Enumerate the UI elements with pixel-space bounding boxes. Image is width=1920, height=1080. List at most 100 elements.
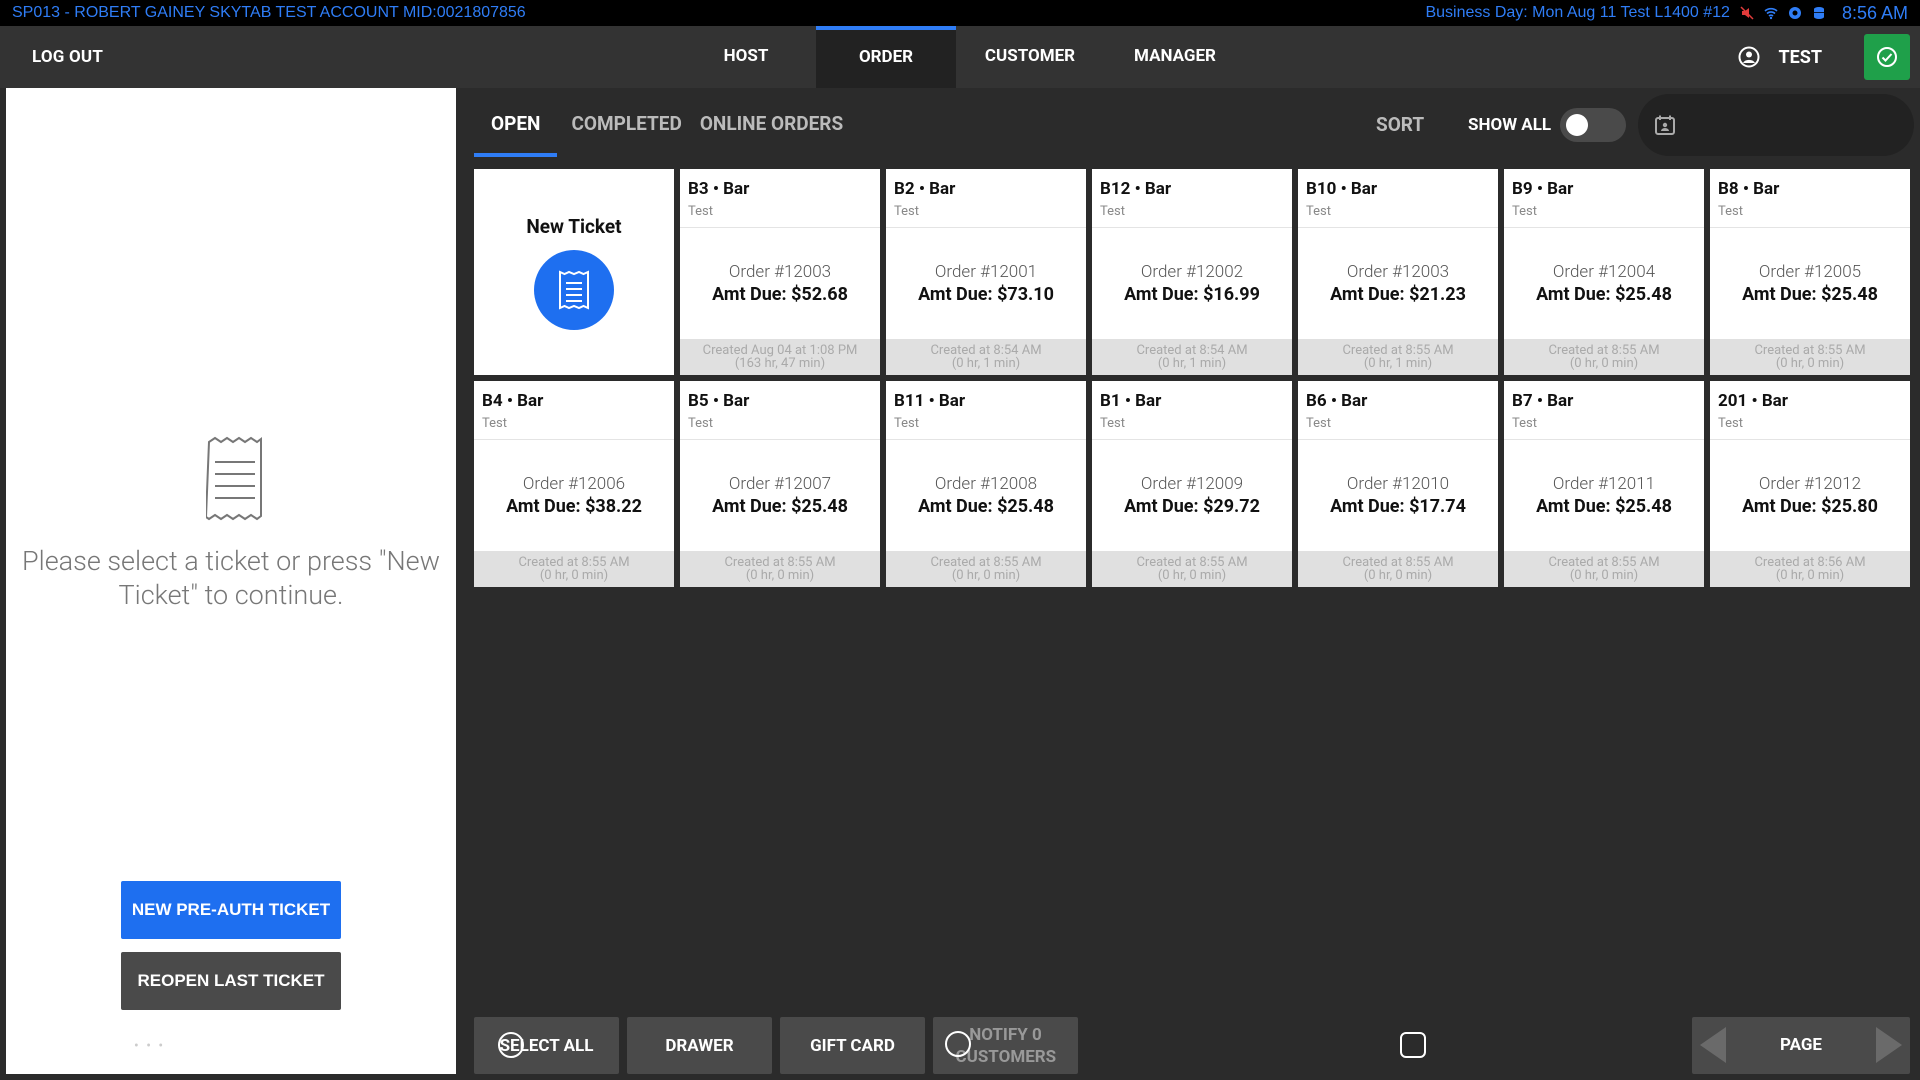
- ticket-created-footer: Created at 8:55 AM (0 hr, 0 min): [474, 551, 674, 587]
- ticket-amount-due: Amt Due: $25.48: [1536, 284, 1672, 305]
- gift-card-button[interactable]: GIFT CARD: [780, 1017, 925, 1074]
- touch-indicator-icon: [498, 1032, 524, 1058]
- ticket-amount-due: Amt Due: $25.48: [712, 496, 848, 517]
- ticket-table: B9 • Bar: [1512, 179, 1574, 199]
- new-preauth-ticket-button[interactable]: NEW PRE-AUTH TICKET: [121, 881, 341, 939]
- page-control: PAGE: [1692, 1017, 1910, 1074]
- tab-host[interactable]: HOST: [686, 26, 806, 88]
- ticket-server: Test: [1100, 416, 1125, 431]
- ticket-server: Test: [1718, 204, 1743, 219]
- ticket-server: Test: [1100, 204, 1125, 219]
- ticket-divider: [1298, 227, 1498, 228]
- ticket-created-footer: Created Aug 04 at 1:08 PM (163 hr, 47 min…: [680, 339, 880, 375]
- ticket-divider: [1710, 227, 1910, 228]
- ticket-created-footer: Created at 8:55 AM (0 hr, 0 min): [1504, 339, 1704, 375]
- ticket-table: B8 • Bar: [1718, 179, 1780, 199]
- ticket-created-footer: Created at 8:55 AM (0 hr, 0 min): [1298, 551, 1498, 587]
- ticket-divider: [680, 439, 880, 440]
- ticket-card[interactable]: B8 • Bar Test Order #12005 Amt Due: $25.48 C…: [1710, 169, 1910, 375]
- ticket-table: B2 • Bar: [894, 179, 956, 199]
- ticket-amount-due: Amt Due: $29.72: [1124, 496, 1260, 517]
- ticket-created-footer: Created at 8:54 AM (0 hr, 1 min): [886, 339, 1086, 375]
- ticket-divider: [680, 227, 880, 228]
- ticket-divider: [1092, 439, 1292, 440]
- ticket-server: Test: [894, 204, 919, 219]
- notify-customers-button[interactable]: NOTIFY 0 CUSTOMERS: [933, 1017, 1078, 1074]
- clock: 8:56 AM: [1841, 2, 1908, 23]
- ticket-table: B7 • Bar: [1512, 391, 1574, 411]
- ticket-amount-due: Amt Due: $38.22: [506, 496, 642, 517]
- tab-manager[interactable]: MANAGER: [1110, 26, 1240, 88]
- ticket-card[interactable]: B1 • Bar Test Order #12009 Amt Due: $29.72 C…: [1092, 381, 1292, 587]
- ticket-elapsed-time: (0 hr, 0 min): [1569, 356, 1639, 371]
- logout-button[interactable]: LOG OUT: [32, 26, 103, 88]
- ticket-divider: [1298, 439, 1498, 440]
- ticket-card[interactable]: B3 • Bar Test Order #12003 Amt Due: $52.68 C…: [680, 169, 880, 375]
- account-info: SP013 - ROBERT GAINEY SKYTAB TEST ACCOUN…: [12, 4, 526, 21]
- page-next-icon[interactable]: [1876, 1027, 1902, 1063]
- database-icon: [1813, 7, 1824, 19]
- new-ticket-card[interactable]: New Ticket: [474, 169, 674, 375]
- ticket-card[interactable]: B4 • Bar Test Order #12006 Amt Due: $38.22 C…: [474, 381, 674, 587]
- ticket-amount-due: Amt Due: $25.48: [918, 496, 1054, 517]
- ticket-order-number: Order #12006: [522, 474, 626, 494]
- ticket-created-footer: Created at 8:55 AM (0 hr, 0 min): [1504, 551, 1704, 587]
- search-area[interactable]: [1638, 94, 1914, 156]
- ticket-elapsed-time: (0 hr, 1 min): [951, 356, 1021, 371]
- calendar-icon[interactable]: [1654, 114, 1676, 136]
- drawer-button[interactable]: DRAWER: [627, 1017, 772, 1074]
- ticket-amount-due: Amt Due: $21.23: [1330, 284, 1466, 305]
- ticket-table: B3 • Bar: [688, 179, 750, 199]
- ticket-server: Test: [1512, 416, 1537, 431]
- mute-icon: [1740, 6, 1754, 20]
- ticket-order-number: Order #12001: [934, 262, 1038, 282]
- ticket-card[interactable]: B10 • Bar Test Order #12003 Amt Due: $21.23…: [1298, 169, 1498, 375]
- ticket-card[interactable]: B6 • Bar Test Order #12010 Amt Due: $17.74 C…: [1298, 381, 1498, 587]
- show-all-toggle[interactable]: [1560, 108, 1626, 142]
- user-name: TEST: [1778, 46, 1822, 68]
- ticket-created-footer: Created at 8:56 AM (0 hr, 0 min): [1710, 551, 1910, 587]
- user-icon: [1738, 46, 1760, 68]
- confirm-button[interactable]: [1864, 34, 1910, 80]
- ticket-order-number: Order #12011: [1552, 474, 1656, 494]
- ticket-table: 201 • Bar: [1718, 391, 1788, 411]
- ticket-order-number: Order #12002: [1140, 262, 1244, 282]
- subtab-completed[interactable]: COMPLETED: [557, 95, 690, 157]
- ticket-server: Test: [1512, 204, 1537, 219]
- ticket-order-number: Order #12007: [728, 474, 832, 494]
- ticket-subtabs: OPEN COMPLETED ONLINE ORDERS: [474, 95, 859, 157]
- ticket-divider: [886, 227, 1086, 228]
- select-all-button[interactable]: SELECT ALL: [474, 1017, 619, 1074]
- ticket-card[interactable]: B2 • Bar Test Order #12001 Amt Due: $73.10 C…: [886, 169, 1086, 375]
- ticket-amount-due: Amt Due: $17.74: [1330, 496, 1466, 517]
- ticket-amount-due: Amt Due: $16.99: [1124, 284, 1260, 305]
- receipt-icon: [559, 270, 589, 310]
- ticket-card[interactable]: B11 • Bar Test Order #12008 Amt Due: $25.48…: [886, 381, 1086, 587]
- ticket-server: Test: [688, 204, 713, 219]
- ticket-elapsed-time: (0 hr, 0 min): [951, 568, 1021, 583]
- ticket-card[interactable]: B7 • Bar Test Order #12011 Amt Due: $25.48 C…: [1504, 381, 1704, 587]
- home-square-icon[interactable]: [1400, 1032, 1426, 1058]
- ticket-amount-due: Amt Due: $25.80: [1742, 496, 1878, 517]
- tab-order[interactable]: ORDER: [816, 26, 956, 88]
- ticket-created-footer: Created at 8:55 AM (0 hr, 1 min): [1298, 339, 1498, 375]
- reopen-last-ticket-button[interactable]: REOPEN LAST TICKET: [121, 952, 341, 1010]
- subtab-open[interactable]: OPEN: [474, 95, 558, 157]
- ticket-card[interactable]: B12 • Bar Test Order #12002 Amt Due: $16.99…: [1092, 169, 1292, 375]
- show-all-label: SHOW ALL: [1468, 115, 1552, 135]
- ticket-detail-panel: Please select a ticket or press "New Tic…: [6, 88, 456, 1074]
- ticket-card[interactable]: B5 • Bar Test Order #12007 Amt Due: $25.48 C…: [680, 381, 880, 587]
- ticket-card[interactable]: 201 • Bar Test Order #12012 Amt Due: $25.80…: [1710, 381, 1910, 587]
- tab-customer[interactable]: CUSTOMER: [960, 26, 1100, 88]
- sort-button[interactable]: SORT: [1376, 95, 1424, 155]
- user-menu[interactable]: TEST: [1738, 26, 1822, 88]
- ticket-elapsed-time: (0 hr, 0 min): [1775, 356, 1845, 371]
- ticket-card[interactable]: B9 • Bar Test Order #12004 Amt Due: $25.48 C…: [1504, 169, 1704, 375]
- subtab-online-orders[interactable]: ONLINE ORDERS: [691, 95, 859, 157]
- ticket-amount-due: Amt Due: $52.68: [712, 284, 848, 305]
- receipt-icon: [206, 436, 262, 521]
- business-day-info: Business Day: Mon Aug 11 Test L1400 #12: [1425, 4, 1730, 21]
- ticket-amount-due: Amt Due: $25.48: [1742, 284, 1878, 305]
- select-ticket-message: Please select a ticket or press "New Tic…: [22, 545, 440, 611]
- new-ticket-icon: [534, 250, 614, 330]
